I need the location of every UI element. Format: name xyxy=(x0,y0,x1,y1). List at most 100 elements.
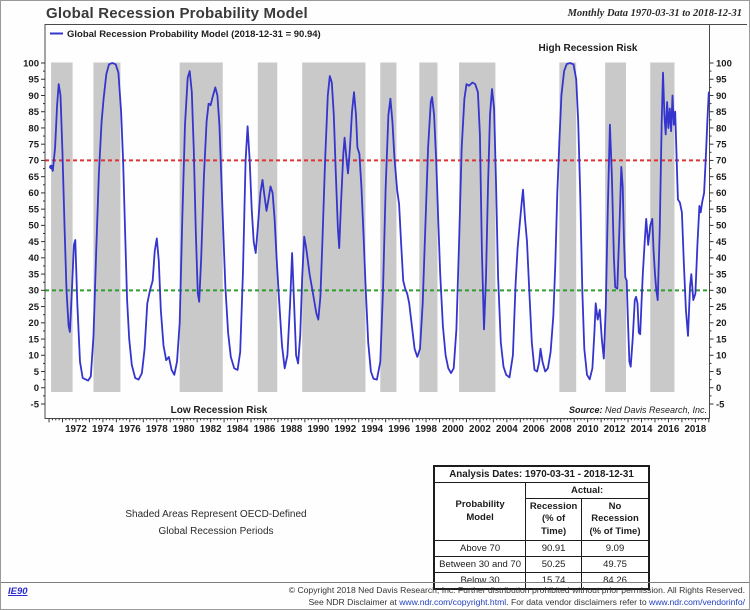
svg-text:65: 65 xyxy=(28,172,39,183)
svg-text:35: 35 xyxy=(28,269,39,280)
svg-text:60: 60 xyxy=(28,188,39,199)
svg-text:1986: 1986 xyxy=(254,424,276,435)
svg-text:1994: 1994 xyxy=(361,424,383,435)
source-prefix: Source: xyxy=(569,405,603,415)
svg-text:0: 0 xyxy=(34,383,39,394)
svg-text:90: 90 xyxy=(28,91,39,102)
svg-text:1984: 1984 xyxy=(227,424,249,435)
recession-value: 90.91 xyxy=(525,540,583,558)
svg-text:-5: -5 xyxy=(31,399,40,410)
svg-text:75: 75 xyxy=(28,139,39,150)
svg-text:-5: -5 xyxy=(716,399,725,410)
svg-text:50: 50 xyxy=(716,221,727,232)
svg-text:70: 70 xyxy=(716,156,727,167)
svg-text:95: 95 xyxy=(716,75,727,86)
svg-text:15: 15 xyxy=(716,334,727,345)
svg-text:15: 15 xyxy=(28,334,39,345)
svg-text:55: 55 xyxy=(716,204,727,215)
column-header-recession: Recession (% of Time) xyxy=(525,497,583,542)
svg-text:50: 50 xyxy=(28,221,39,232)
copyright-link[interactable]: www.ndr.com/copyright.html xyxy=(399,597,506,607)
vendorinfo-link[interactable]: www.ndr.com/vendorinfo/ xyxy=(649,597,745,607)
svg-text:45: 45 xyxy=(716,237,727,248)
footer-divider xyxy=(1,582,749,583)
svg-text:2018: 2018 xyxy=(684,424,706,435)
svg-text:1996: 1996 xyxy=(388,424,410,435)
legend-label: Global Recession Probability Model (2018… xyxy=(67,29,321,40)
svg-text:45: 45 xyxy=(28,237,39,248)
svg-text:1972: 1972 xyxy=(65,424,87,435)
svg-text:2008: 2008 xyxy=(550,424,572,435)
svg-text:1998: 1998 xyxy=(415,424,437,435)
svg-text:2016: 2016 xyxy=(658,424,680,435)
table-row: Above 70 90.91 9.09 xyxy=(433,540,650,558)
row-label: Above 70 xyxy=(433,540,527,558)
svg-text:1990: 1990 xyxy=(307,424,329,435)
svg-text:2014: 2014 xyxy=(631,424,653,435)
svg-text:2004: 2004 xyxy=(496,424,518,435)
column-header-probability-model: Probability Model xyxy=(433,481,527,542)
source-label: Source: Ned Davis Research, Inc. xyxy=(569,405,707,415)
svg-text:25: 25 xyxy=(28,302,39,313)
svg-text:40: 40 xyxy=(716,253,727,264)
svg-text:60: 60 xyxy=(716,188,727,199)
high-recession-risk-label: High Recession Risk xyxy=(539,43,638,54)
svg-text:10: 10 xyxy=(28,351,39,362)
svg-text:100: 100 xyxy=(23,58,39,69)
svg-text:2002: 2002 xyxy=(469,424,491,435)
svg-text:2012: 2012 xyxy=(604,424,626,435)
no-recession-value: 9.09 xyxy=(581,540,650,558)
svg-text:30: 30 xyxy=(28,286,39,297)
svg-text:95: 95 xyxy=(28,75,39,86)
svg-text:35: 35 xyxy=(716,269,727,280)
svg-text:1988: 1988 xyxy=(281,424,303,435)
svg-text:1980: 1980 xyxy=(173,424,195,435)
svg-text:0: 0 xyxy=(716,383,721,394)
svg-text:40: 40 xyxy=(28,253,39,264)
svg-text:1978: 1978 xyxy=(146,424,168,435)
svg-text:75: 75 xyxy=(716,139,727,150)
svg-text:5: 5 xyxy=(716,367,722,378)
disclaimer-text2: . For data vendor disclaimers refer to xyxy=(506,596,649,607)
svg-text:25: 25 xyxy=(716,302,727,313)
analysis-table-title: Analysis Dates: 1970-03-31 - 2018-12-31 xyxy=(433,465,650,483)
chart-id-link[interactable]: IE90 xyxy=(8,586,28,597)
svg-text:30: 30 xyxy=(716,286,727,297)
svg-text:85: 85 xyxy=(716,107,727,118)
svg-text:5: 5 xyxy=(34,367,40,378)
svg-text:55: 55 xyxy=(28,204,39,215)
source-value: Ned Davis Research, Inc. xyxy=(602,405,707,415)
svg-text:1992: 1992 xyxy=(334,424,356,435)
copyright-line1: © Copyright 2018 Ned Davis Research, Inc… xyxy=(288,585,745,595)
chart-page: Global Recession Probability Model Month… xyxy=(0,0,750,610)
svg-text:85: 85 xyxy=(28,107,39,118)
no-recession-value: 49.75 xyxy=(581,556,650,574)
svg-text:80: 80 xyxy=(28,123,39,134)
svg-text:2000: 2000 xyxy=(442,424,464,435)
svg-text:1974: 1974 xyxy=(92,424,114,435)
svg-text:1982: 1982 xyxy=(200,424,222,435)
recession-probability-chart: -5 -50 05 510 1015 1520 2025 2530 3035 3540 4045 45… xyxy=(23,24,747,435)
analysis-table: Analysis Dates: 1970-03-31 - 2018-12-31 … xyxy=(433,465,650,591)
shaded-note-line2: Global Recession Periods xyxy=(158,525,274,537)
table-row: Between 30 and 70 50.25 49.75 xyxy=(433,556,650,574)
svg-text:2010: 2010 xyxy=(577,424,599,435)
svg-text:65: 65 xyxy=(716,172,727,183)
row-label: Between 30 and 70 xyxy=(433,556,527,574)
svg-text:90: 90 xyxy=(716,91,727,102)
svg-text:1976: 1976 xyxy=(119,424,141,435)
shaded-areas-note: Shaded Areas Represent OECD-Defined Glob… xyxy=(64,507,368,540)
svg-text:10: 10 xyxy=(716,351,727,362)
svg-text:20: 20 xyxy=(716,318,727,329)
actual-header: Actual: xyxy=(525,482,650,499)
disclaimer-text: See NDR Disclaimer at xyxy=(308,596,400,607)
recession-value: 50.25 xyxy=(525,556,583,574)
svg-text:2006: 2006 xyxy=(523,424,545,435)
column-header-no-recession: No Recession (% of Time) xyxy=(581,497,650,542)
svg-text:20: 20 xyxy=(28,318,39,329)
svg-text:100: 100 xyxy=(716,58,732,69)
copyright-notice: © Copyright 2018 Ned Davis Research, Inc… xyxy=(145,585,745,609)
shaded-note-line1: Shaded Areas Represent OECD-Defined xyxy=(125,509,307,520)
svg-text:70: 70 xyxy=(28,156,39,167)
low-recession-risk-label: Low Recession Risk xyxy=(171,405,268,416)
